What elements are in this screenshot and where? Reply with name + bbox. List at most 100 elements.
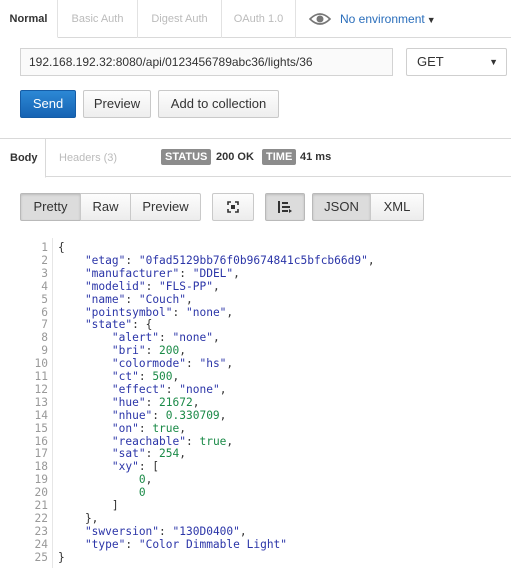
line-number: 16 [34,434,48,448]
wrap-lines-button[interactable] [265,193,305,221]
code-token: "none" [172,331,213,345]
tab-body[interactable]: Body [0,139,46,178]
wrap-lines-icon [278,201,292,213]
code-token: , [145,473,153,487]
code-token: : [ [138,460,160,474]
line-number: 14 [34,408,48,422]
code-line: 13 "hue": 21672, [20,396,511,409]
code-token: "DDEL" [192,266,234,280]
code-line: 24 "type": "Color Dimmable Light" [20,538,511,551]
code-token: "pointsymbol" [58,305,173,319]
code-token: , [212,279,220,293]
add-to-collection-button[interactable]: Add to collection [158,90,279,118]
code-line: 25} [20,551,511,564]
code-token: : [159,524,173,538]
code-token: "hs" [199,357,227,371]
code-token: ] [58,499,119,512]
code-token: , [219,408,227,422]
code-token: { [58,241,65,254]
line-number: 15 [34,421,48,435]
tab-basic-auth[interactable]: Basic Auth [58,0,138,38]
code-token: "state" [58,318,133,332]
environment-dropdown[interactable]: No environment ▼ [340,0,436,38]
tab-normal[interactable]: Normal [0,0,58,38]
code-token: , [219,382,227,396]
code-line: 10 "colormode": "hs", [20,357,511,370]
expand-icon [227,201,239,213]
code-token: "bri" [58,344,146,358]
code-line: 6 "pointsymbol": "none", [20,306,511,319]
code-token: , [186,292,193,306]
code-token: "nhue" [58,408,153,422]
line-number: 5 [41,292,48,306]
code-token: : [185,357,200,371]
code-line: 11 "ct": 500, [20,370,511,383]
code-text: ] [58,499,119,512]
method-select[interactable]: GET ▼ [406,48,507,76]
code-token: 0 [58,473,146,487]
code-token: "0fad5129bb76f0b9674841c5bfcb66d9" [138,253,368,267]
code-token: : [165,382,180,396]
code-token: 254 [159,447,180,461]
code-token: , [226,305,234,319]
code-line: 22 }, [20,512,511,525]
fullscreen-button[interactable] [212,193,254,221]
status-value: 200 OK [216,151,254,163]
line-number: 24 [34,537,48,551]
code-token: "manufacturer" [58,266,180,280]
code-token: "alert" [58,331,160,345]
auth-tab-bar: Normal Basic Auth Digest Auth OAuth 1.0 … [0,0,511,38]
code-token: 0 [58,486,146,500]
code-token: "colormode" [58,357,186,371]
tab-digest-auth[interactable]: Digest Auth [138,0,222,38]
code-token: : [125,537,139,551]
code-token: "130D0400" [172,524,240,538]
tab-oauth[interactable]: OAuth 1.0 [222,0,296,38]
code-token: , [239,524,247,538]
pretty-button[interactable]: Pretty [20,193,81,221]
code-text: { [58,241,65,254]
line-number: 17 [34,447,48,461]
code-text: "modelid": "FLS-PP", [58,280,220,293]
code-text: "type": "Color Dimmable Light" [58,538,287,551]
line-number: 23 [34,524,48,538]
code-token: } [58,550,65,564]
code-token: "etag" [58,253,126,267]
line-number: 21 [34,499,48,512]
code-text: "etag": "0fad5129bb76f0b9674841c5bfcb66d… [58,254,375,267]
line-number: 13 [34,395,48,409]
raw-button[interactable]: Raw [80,193,131,221]
line-number: 12 [34,382,48,396]
code-token: , [367,253,375,267]
code-token: true [199,434,227,448]
code-line: 4 "modelid": "FLS-PP", [20,280,511,293]
code-token: }, [58,511,99,525]
line-number: 3 [41,266,48,280]
code-text: "manufacturer": "DDEL", [58,267,240,280]
url-input[interactable]: 192.168.192.32:8080/api/0123456789abc36/… [20,48,393,76]
send-button[interactable]: Send [20,90,76,118]
code-token: 21672 [159,395,193,409]
code-token: "hue" [58,395,146,409]
line-number: 4 [41,279,48,293]
line-number: 9 [41,344,48,358]
line-number: 25 [34,550,48,564]
code-line: 2 "etag": "0fad5129bb76f0b9674841c5bfcb6… [20,254,511,267]
code-token: : [159,331,173,345]
code-line: 16 "reachable": true, [20,435,511,448]
code-text: "nhue": 0.330709, [58,408,227,422]
json-format-button[interactable]: JSON [312,193,371,221]
preview-button[interactable]: Preview [83,90,151,118]
tab-headers[interactable]: Headers (3) [59,139,129,177]
code-token: , [179,344,187,358]
code-token: , [226,357,234,371]
line-number: 2 [41,253,48,267]
eye-icon[interactable] [308,11,332,27]
code-text: "pointsymbol": "none", [58,306,233,319]
method-label: GET [417,54,444,69]
code-token: , [172,370,180,383]
line-number: 10 [34,357,48,371]
xml-format-button[interactable]: XML [370,193,424,221]
line-number: 22 [34,511,48,525]
preview-view-button[interactable]: Preview [130,193,201,221]
